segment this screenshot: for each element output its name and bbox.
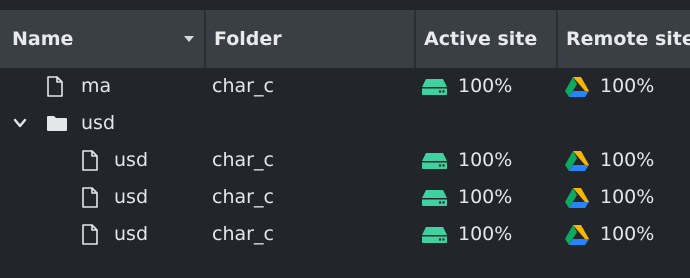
hard-drive-icon — [422, 79, 447, 95]
google-drive-icon — [565, 225, 589, 245]
table-row[interactable]: usd char_c 100% 100% — [0, 216, 690, 253]
file-sync-table: Name Folder Active site Remote site ma c… — [0, 0, 690, 278]
row-active-site: 100% — [458, 186, 513, 208]
file-icon — [82, 150, 98, 171]
row-folder: char_c — [212, 186, 274, 208]
table-row[interactable]: usd — [0, 105, 690, 142]
row-active-site: 100% — [458, 149, 513, 171]
column-header-name-label: Name — [12, 28, 74, 50]
column-header-active-site-label: Active site — [424, 28, 538, 50]
column-header-folder-label: Folder — [214, 28, 282, 50]
table-header: Name Folder Active site Remote site — [0, 10, 690, 68]
row-name: usd — [114, 223, 149, 245]
google-drive-icon — [565, 77, 589, 97]
row-name: usd — [81, 112, 116, 134]
table-row[interactable]: usd char_c 100% 100% — [0, 179, 690, 216]
row-name: usd — [114, 186, 149, 208]
hard-drive-icon — [422, 190, 447, 206]
column-header-active-site[interactable]: Active site — [416, 10, 558, 68]
file-icon — [82, 187, 98, 208]
column-header-name[interactable]: Name — [0, 10, 206, 68]
chevron-down-icon[interactable] — [13, 116, 27, 130]
row-active-site: 100% — [458, 223, 513, 245]
row-remote-site: 100% — [600, 223, 655, 245]
hard-drive-icon — [422, 153, 447, 169]
column-header-folder[interactable]: Folder — [206, 10, 416, 68]
table-row[interactable]: usd char_c 100% 100% — [0, 142, 690, 179]
row-active-site: 100% — [458, 75, 513, 97]
row-name: ma — [81, 75, 112, 97]
row-remote-site: 100% — [600, 75, 655, 97]
column-header-remote-site-label: Remote site — [566, 28, 690, 50]
hard-drive-icon — [422, 227, 447, 243]
row-folder: char_c — [212, 149, 274, 171]
sort-down-icon[interactable] — [184, 36, 194, 42]
folder-icon — [47, 116, 67, 131]
file-icon — [82, 224, 98, 245]
google-drive-icon — [565, 151, 589, 171]
row-folder: char_c — [212, 223, 274, 245]
column-header-remote-site[interactable]: Remote site — [558, 10, 690, 68]
table-body: ma char_c 100% 100% usd usd char_c 100% … — [0, 68, 690, 253]
row-folder: char_c — [212, 75, 274, 97]
file-icon — [47, 76, 63, 97]
google-drive-icon — [565, 188, 589, 208]
row-remote-site: 100% — [600, 186, 655, 208]
table-row[interactable]: ma char_c 100% 100% — [0, 68, 690, 105]
row-name: usd — [114, 149, 149, 171]
row-remote-site: 100% — [600, 149, 655, 171]
